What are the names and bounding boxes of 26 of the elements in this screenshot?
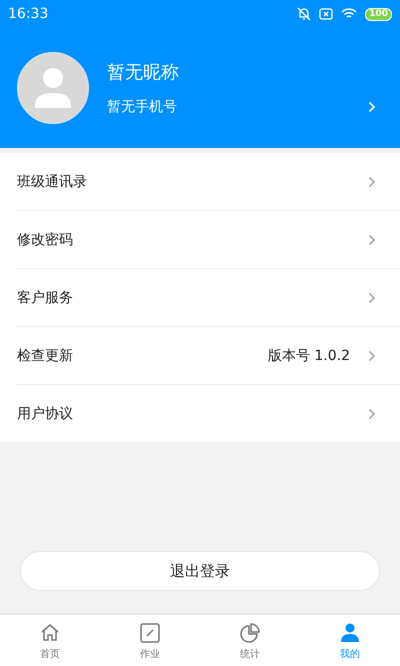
logout-button[interactable]: 退出登录 (20, 551, 380, 591)
person-icon (338, 620, 362, 644)
menu-item[interactable]: 用户协议 (17, 385, 400, 442)
battery-icon: 100 (365, 8, 392, 20)
nickname: 暂无昵称 (107, 61, 180, 84)
chevron-right-icon (368, 234, 376, 246)
chevron-right-icon (368, 350, 376, 362)
status-time: 16:33 (8, 6, 48, 22)
menu-item[interactable]: 班级通讯录 (17, 153, 400, 211)
phone-number: 暂无手机号 (107, 98, 177, 116)
menu-item[interactable]: 客户服务 (17, 269, 400, 327)
chevron-right-icon (368, 101, 376, 113)
pie-chart-icon (238, 620, 262, 644)
pencil-square-icon (138, 620, 162, 644)
bell-off-icon (297, 7, 312, 21)
wifi-icon (341, 8, 358, 20)
tab-item[interactable]: 作业 (100, 615, 200, 666)
sim-icon (319, 8, 334, 20)
version-text: 版本号 1.0.2 (268, 346, 350, 364)
tab-item[interactable]: 首页 (0, 615, 100, 666)
menu-item[interactable]: 检查更新 版本号 1.0.2 (17, 327, 400, 385)
chevron-right-icon (368, 408, 376, 420)
menu-item[interactable]: 修改密码 (17, 211, 400, 269)
chevron-right-icon (368, 176, 376, 188)
chevron-right-icon (368, 292, 376, 304)
tab-item[interactable]: 统计 (200, 615, 300, 666)
